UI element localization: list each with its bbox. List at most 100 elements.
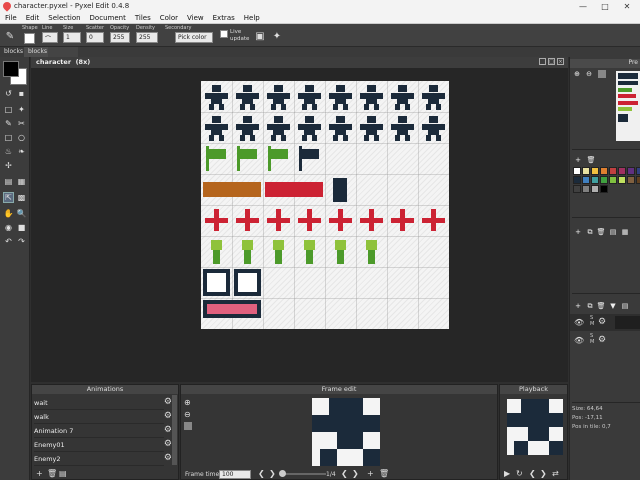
gear-icon[interactable]: ⚙	[164, 453, 172, 463]
select-icon[interactable]: □	[3, 104, 14, 115]
frame-slider-track[interactable]	[281, 473, 326, 475]
minimize-icon[interactable]: —	[572, 0, 594, 13]
pencil-icon[interactable]: ✎	[3, 29, 17, 43]
merge-layer-icon[interactable]: ▼	[609, 302, 617, 310]
zoom-icon[interactable]: 🔍	[16, 208, 27, 219]
menu-color[interactable]: Color	[155, 13, 182, 23]
delete-color-icon[interactable]: 🗑	[587, 156, 596, 164]
tile-stamp-icon[interactable]: ▩	[16, 192, 27, 203]
tab-blocks-2[interactable]: blocks	[24, 47, 52, 57]
add-layer-icon[interactable]: +	[574, 302, 582, 310]
layer-visible-icon[interactable]: 👁	[574, 336, 584, 345]
tile-options-icon[interactable]: ▤	[609, 228, 617, 236]
zoom-in-icon[interactable]: ⊕	[184, 398, 191, 407]
palette-swatch[interactable]	[618, 176, 626, 184]
canvas-minimize-icon[interactable]: _	[539, 58, 546, 65]
palette-swatch[interactable]	[591, 185, 599, 193]
size-input[interactable]: 1	[63, 32, 81, 43]
undo-icon[interactable]: ↶	[3, 236, 14, 247]
fill-icon[interactable]: ♨	[3, 146, 14, 157]
swap-colors-icon[interactable]: ↺	[3, 88, 14, 99]
chevron-left-icon[interactable]: ❮	[529, 469, 536, 478]
gear-icon[interactable]: ⚙	[164, 411, 172, 421]
play-icon[interactable]: ▶	[504, 469, 510, 478]
layer-settings-icon[interactable]: ⚙	[598, 335, 606, 345]
palette-swatch[interactable]	[573, 176, 581, 184]
palette-swatch[interactable]	[600, 176, 608, 184]
palette-swatch[interactable]	[573, 167, 581, 175]
tile-icon[interactable]: ▤	[3, 176, 14, 187]
magic-wand-icon[interactable]: ✦	[16, 104, 27, 115]
layer-sm-toggle[interactable]: SM	[590, 333, 594, 345]
animation-settings-icon[interactable]: ▤	[59, 469, 67, 478]
layer-sm-toggle[interactable]: SM	[590, 315, 594, 327]
wand-icon[interactable]: ✦	[270, 29, 284, 43]
gear-icon[interactable]: ⚙	[164, 397, 172, 407]
zoom-out-icon[interactable]: ⊖	[184, 410, 191, 419]
menu-selection[interactable]: Selection	[43, 13, 84, 23]
add-frame-icon[interactable]: +	[367, 469, 374, 478]
maximize-icon[interactable]: □	[594, 0, 616, 13]
add-color-icon[interactable]: +	[574, 156, 582, 164]
delete-layer-icon[interactable]: 🗑	[597, 302, 606, 310]
primary-color-swatch[interactable]	[3, 61, 19, 77]
preview-fit-icon[interactable]	[598, 70, 606, 78]
ellipse-icon[interactable]: ○	[16, 132, 27, 143]
delete-animation-icon[interactable]: 🗑	[47, 469, 57, 478]
palette-swatch[interactable]	[582, 176, 590, 184]
zoom-out-icon[interactable]: ⊖	[585, 70, 593, 78]
palette-swatch[interactable]	[591, 176, 599, 184]
palette-swatch[interactable]	[636, 167, 640, 175]
square-icon[interactable]: ■	[16, 222, 27, 233]
frame-preview[interactable]	[312, 398, 380, 466]
add-tile-icon[interactable]: +	[574, 228, 582, 236]
live-update-checkbox[interactable]	[220, 30, 228, 38]
animation-item[interactable]: Enemy2 ⚙	[34, 453, 172, 466]
opacity-input[interactable]: 255	[110, 32, 130, 43]
line-dropdown[interactable]: ⌒	[42, 32, 58, 43]
delete-tile-icon[interactable]: 🗑	[597, 228, 606, 236]
duplicate-layer-icon[interactable]: ⧉	[586, 302, 594, 310]
layer-settings-icon[interactable]: ⚙	[598, 317, 606, 327]
pixel-canvas[interactable]	[201, 81, 449, 329]
fit-icon[interactable]	[184, 422, 192, 430]
menu-tiles[interactable]: Tiles	[130, 13, 155, 23]
gear-icon[interactable]: ⚙	[164, 439, 172, 449]
animation-item[interactable]: Enemy01 ⚙	[34, 439, 172, 452]
palette-swatch[interactable]	[600, 185, 608, 193]
tile-grid-icon[interactable]: ▦	[16, 176, 27, 187]
animation-item[interactable]: wait ⚙	[34, 397, 172, 410]
palette-swatch[interactable]	[609, 167, 617, 175]
preview-thumbnail[interactable]	[616, 71, 640, 141]
close-icon[interactable]: ✕	[616, 0, 638, 13]
tile-more-icon[interactable]: ▦	[621, 228, 629, 236]
chevron-right-icon[interactable]: ❯	[352, 469, 359, 478]
menu-edit[interactable]: Edit	[21, 13, 44, 23]
eraser-icon[interactable]: ✂	[16, 118, 27, 129]
menu-help[interactable]: Help	[239, 13, 264, 23]
hand-icon[interactable]: ✋	[3, 208, 14, 219]
density-input[interactable]: 255	[136, 32, 158, 43]
tile-mode-icon[interactable]: ▣	[253, 29, 267, 43]
layer-visible-icon[interactable]: 👁	[574, 318, 584, 327]
menu-document[interactable]: Document	[85, 13, 130, 23]
rectangle-icon[interactable]: □	[3, 132, 14, 143]
tab-blocks-1[interactable]: blocks	[0, 47, 28, 57]
menu-file[interactable]: File	[0, 13, 21, 23]
layer-row-2[interactable]: 👁 SM ⚙	[570, 332, 640, 349]
palette-swatch[interactable]	[573, 185, 581, 193]
palette-swatch[interactable]	[627, 176, 635, 184]
palette-swatch[interactable]	[627, 167, 635, 175]
scatter-input[interactable]: 0	[86, 32, 104, 43]
chevron-left-icon[interactable]: ❮	[341, 469, 348, 478]
palette-swatch[interactable]	[609, 176, 617, 184]
zoom-in-icon[interactable]: ⊕	[573, 70, 581, 78]
reset-colors-icon[interactable]: ▪	[16, 88, 27, 99]
gear-icon[interactable]: ⚙	[164, 425, 172, 435]
eyedropper-icon[interactable]: ✢	[3, 160, 14, 171]
layer-options-icon[interactable]: ▤	[621, 302, 629, 310]
canvas-restore-icon[interactable]: □	[548, 58, 555, 65]
palette-swatch[interactable]	[591, 167, 599, 175]
delete-frame-icon[interactable]: 🗑	[379, 469, 389, 478]
pen-icon[interactable]: ✎	[3, 118, 14, 129]
